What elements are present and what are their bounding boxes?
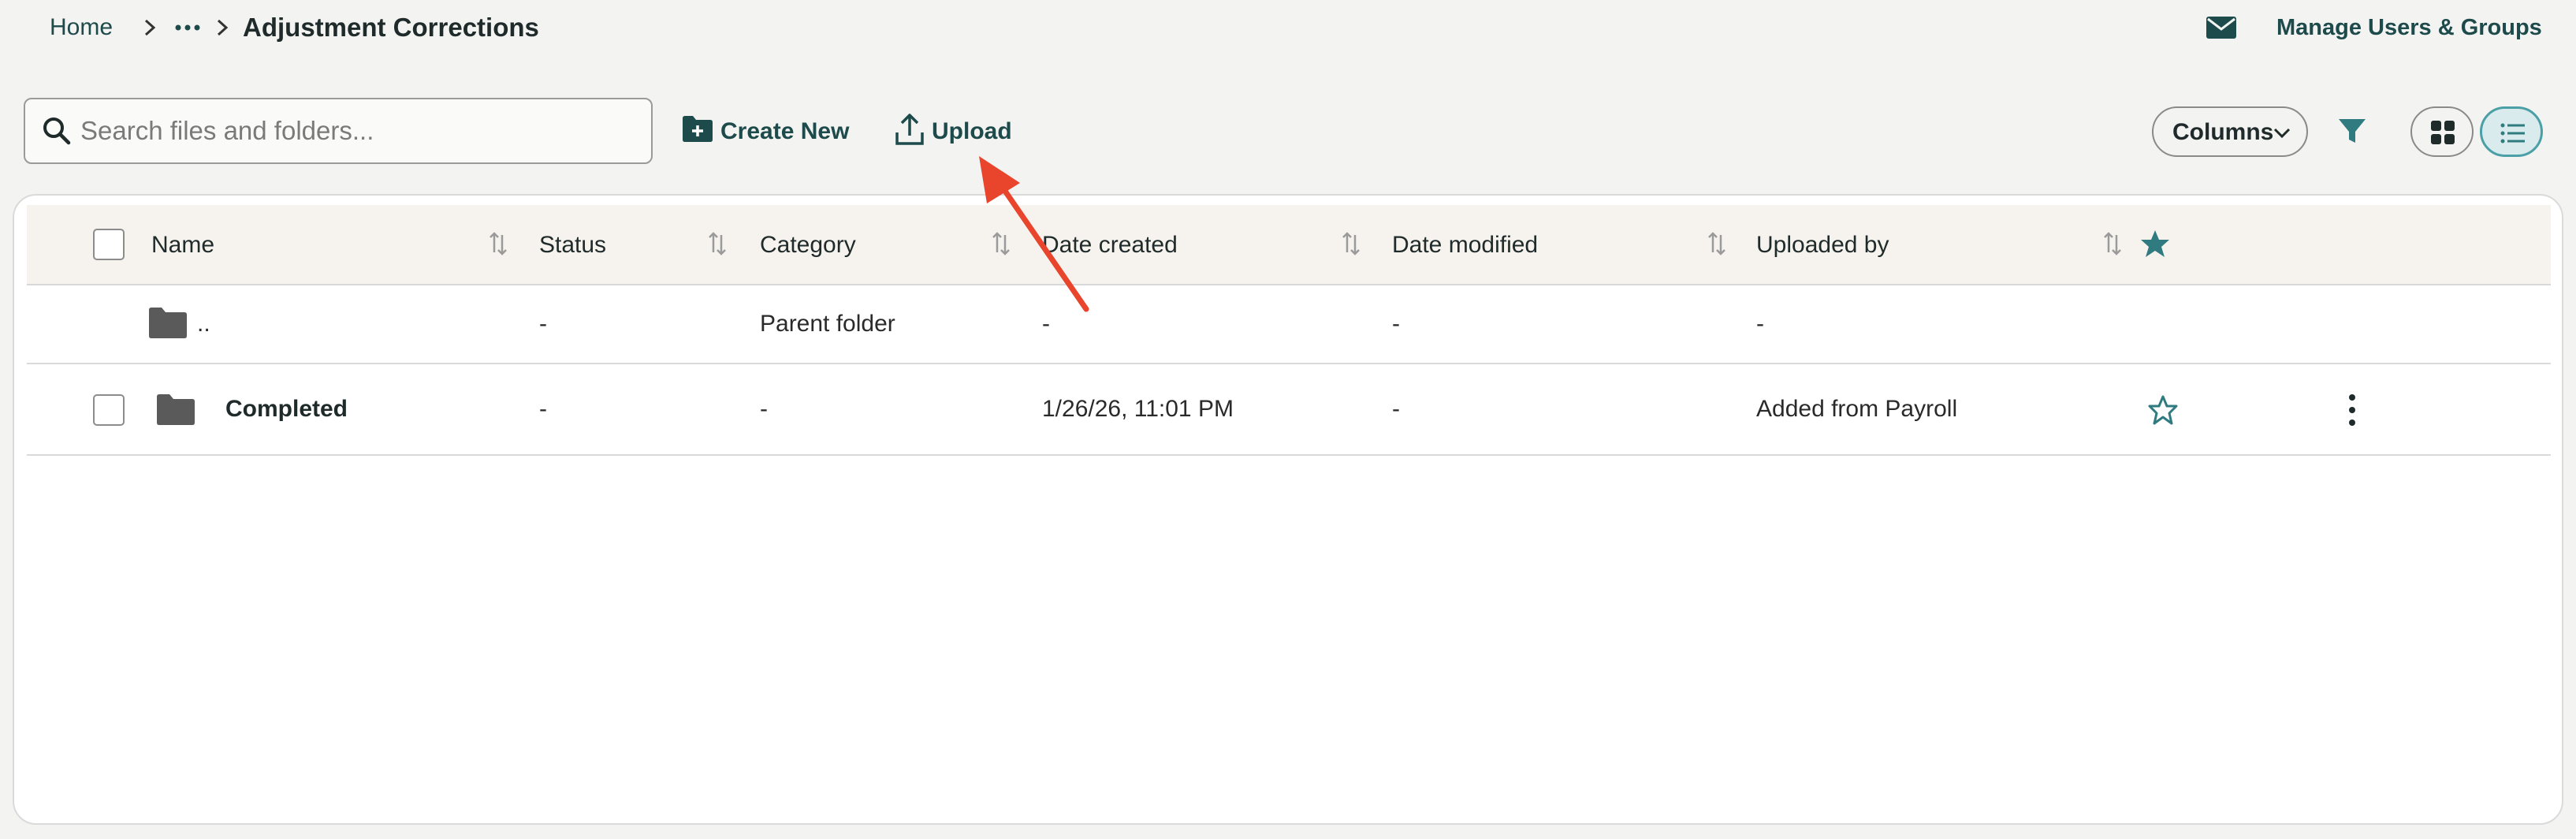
cell-date-created: 1/26/26, 11:01 PM	[1042, 396, 1234, 422]
cell-status: -	[539, 396, 547, 422]
more-vertical-icon[interactable]	[2344, 393, 2360, 427]
cell-name[interactable]: Completed	[225, 396, 348, 423]
header-date-modified[interactable]: Date modified	[1392, 232, 1538, 259]
top-bar: Home Adjustment Corrections Manage Users…	[0, 0, 2576, 58]
manage-users-groups-link[interactable]: Manage Users & Groups	[2276, 15, 2542, 41]
cell-status: -	[539, 311, 547, 337]
header-status[interactable]: Status	[539, 232, 606, 259]
table-row-parent-folder[interactable]: .. - Parent folder - - -	[27, 285, 2551, 364]
folder-icon	[157, 394, 195, 425]
row-checkbox[interactable]	[93, 394, 125, 426]
table-row-completed[interactable]: Completed - - 1/26/26, 11:01 PM - Added …	[27, 364, 2551, 456]
cell-category: -	[760, 396, 768, 422]
create-new-label: Create New	[720, 118, 850, 144]
upload-label: Upload	[932, 118, 1012, 144]
cell-uploaded-by: -	[1756, 311, 1764, 337]
breadcrumb-current: Adjustment Corrections	[243, 13, 539, 42]
breadcrumb-home[interactable]: Home	[50, 14, 113, 41]
cell-date-modified: -	[1392, 311, 1400, 337]
list-view-toggle[interactable]	[2480, 106, 2543, 157]
create-new-button[interactable]: Create New	[681, 110, 854, 151]
sort-icon[interactable]	[990, 230, 1012, 257]
columns-dropdown[interactable]: Columns	[2152, 106, 2308, 157]
chevron-right-icon	[144, 19, 156, 36]
star-outline-icon[interactable]	[2147, 394, 2179, 426]
sort-icon[interactable]	[706, 230, 728, 257]
folder-icon	[149, 308, 187, 338]
cell-date-created: -	[1042, 311, 1050, 337]
sort-icon[interactable]	[2101, 230, 2124, 257]
chevron-down-icon	[2273, 128, 2291, 139]
sort-icon[interactable]	[487, 230, 509, 257]
search-input[interactable]	[80, 110, 632, 151]
upload-icon	[895, 114, 924, 145]
list-icon	[2500, 123, 2525, 144]
search-icon	[43, 117, 71, 145]
folder-plus-icon	[683, 116, 713, 142]
more-horizontal-icon[interactable]	[173, 16, 202, 39]
star-filled-icon[interactable]	[2139, 229, 2171, 259]
header-date-created[interactable]: Date created	[1042, 232, 1178, 259]
grid-view-toggle[interactable]	[2410, 106, 2474, 157]
filter-icon[interactable]	[2336, 115, 2368, 147]
select-all-checkbox[interactable]	[93, 229, 125, 260]
cell-date-modified: -	[1392, 396, 1400, 422]
table-header: Name Status Category Date created Date m…	[27, 205, 2551, 285]
header-uploaded-by[interactable]: Uploaded by	[1756, 232, 1889, 259]
chevron-right-icon	[217, 19, 229, 36]
grid-icon	[2431, 121, 2455, 144]
cell-uploaded-by: Added from Payroll	[1756, 396, 1958, 422]
cell-category: Parent folder	[760, 311, 895, 337]
columns-label: Columns	[2172, 119, 2274, 145]
cell-name[interactable]: ..	[197, 311, 210, 337]
header-name[interactable]: Name	[151, 232, 214, 259]
upload-button[interactable]: Upload	[894, 110, 1020, 151]
sort-icon[interactable]	[1340, 230, 1362, 257]
sort-icon[interactable]	[1706, 230, 1728, 257]
file-table-panel: Name Status Category Date created Date m…	[13, 194, 2563, 825]
header-category[interactable]: Category	[760, 232, 856, 259]
mail-icon[interactable]	[2206, 16, 2237, 39]
search-box[interactable]	[24, 98, 653, 164]
